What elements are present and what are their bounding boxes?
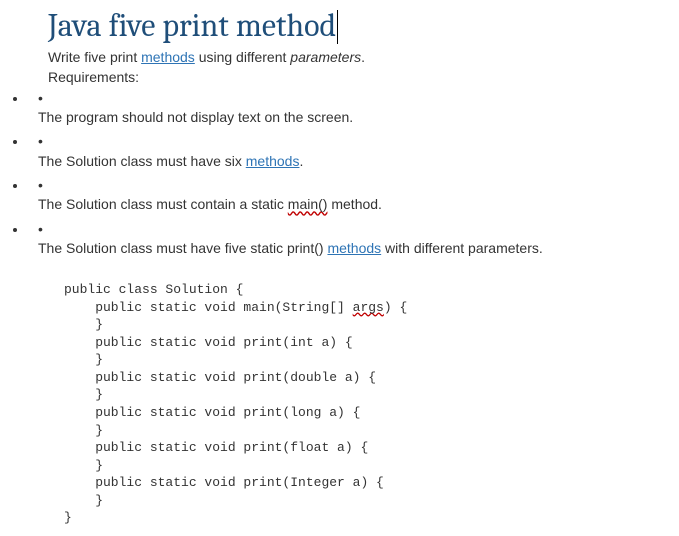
code-line: }: [64, 510, 72, 525]
spellcheck-main: main(): [288, 196, 328, 212]
code-line: }: [64, 317, 103, 332]
code-line: }: [64, 458, 103, 473]
requirements-list: • The program should not display text on…: [28, 89, 679, 257]
requirement-text: The program should not display text on t…: [38, 108, 679, 126]
inner-bullet-dot: •: [38, 222, 679, 237]
list-item: • The Solution class must contain a stat…: [28, 176, 679, 214]
intro-paragraph: Write five print methods using different…: [48, 48, 679, 67]
intro-pre: Write five print: [48, 49, 141, 65]
code-line: }: [64, 387, 103, 402]
intro-mid: using different: [195, 49, 290, 65]
link-methods[interactable]: methods: [246, 153, 300, 169]
inner-bullet-dot: •: [38, 91, 679, 106]
list-item: • The Solution class must have five stat…: [28, 220, 679, 258]
inner-bullet-dot: •: [38, 134, 679, 149]
code-line: public static void print(int a) {: [64, 335, 353, 350]
code-line: }: [64, 493, 103, 508]
code-line: public static void print(long a) {: [64, 405, 360, 420]
requirements-label: Requirements:: [48, 69, 679, 85]
requirement-text: The Solution class must have five static…: [38, 239, 679, 257]
code-line: public static void print(double a) {: [64, 370, 376, 385]
inner-bullet-dot: •: [38, 178, 679, 193]
requirement-text: The Solution class must have six methods…: [38, 152, 679, 170]
page-title: Java five print method: [48, 8, 338, 44]
text-cursor: [337, 10, 338, 44]
spellcheck-args: args: [353, 300, 384, 315]
intro-italic: parameters: [290, 49, 361, 65]
title-text: Java five print method: [48, 7, 336, 44]
link-methods[interactable]: methods: [327, 240, 381, 256]
list-item: • The Solution class must have six metho…: [28, 132, 679, 170]
code-line: public class Solution {: [64, 282, 243, 297]
list-item: • The program should not display text on…: [28, 89, 679, 127]
requirement-text: The Solution class must contain a static…: [38, 195, 679, 213]
intro-post: .: [361, 49, 365, 65]
code-line: }: [64, 352, 103, 367]
code-line: public static void print(Integer a) {: [64, 475, 384, 490]
code-line: }: [64, 423, 103, 438]
intro-link-methods[interactable]: methods: [141, 49, 195, 65]
code-line: public static void print(float a) {: [64, 440, 368, 455]
code-line: public static void main(String[] args) {: [64, 300, 407, 315]
code-block: public class Solution { public static vo…: [64, 281, 679, 527]
